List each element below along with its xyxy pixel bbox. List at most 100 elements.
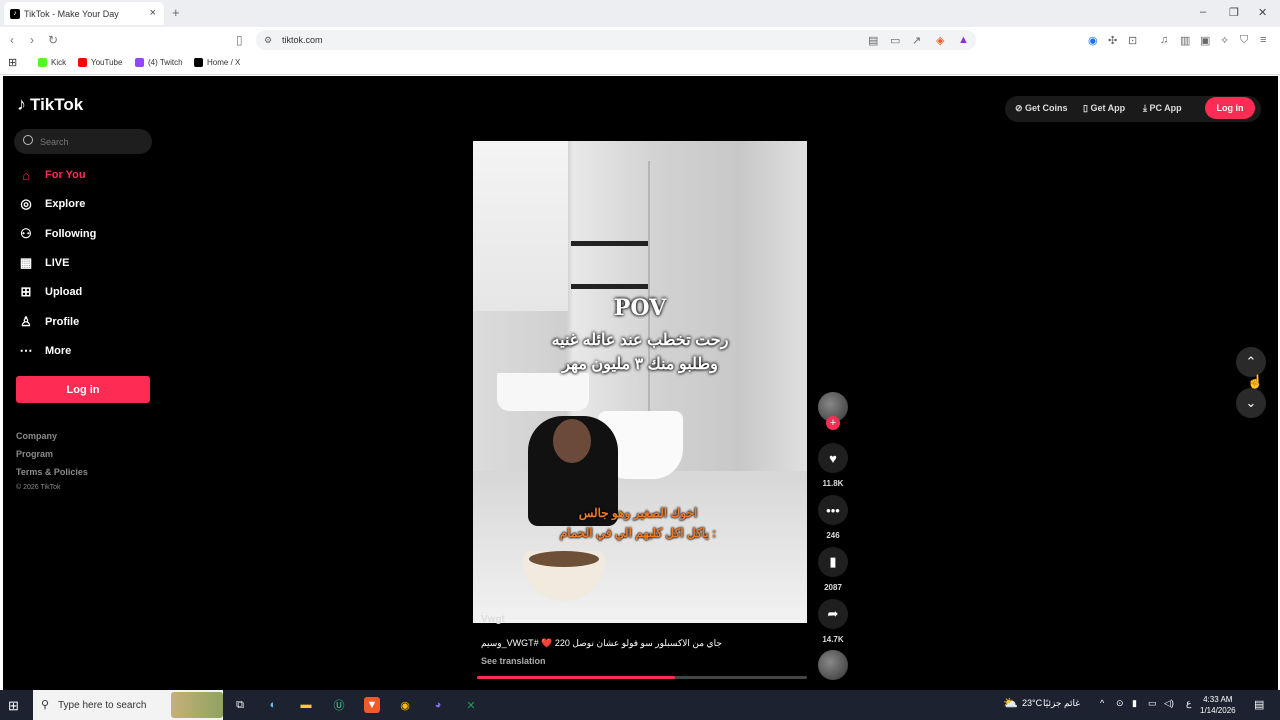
weather-temp[interactable]: 23°C [1022, 698, 1042, 708]
excel-icon[interactable]: ✕ [463, 697, 479, 713]
bookmark-x[interactable]: Home / X [194, 58, 240, 67]
tray-expand-icon[interactable]: ^ [1100, 698, 1104, 708]
upwork-icon[interactable]: Ⓤ [331, 697, 347, 713]
search-input[interactable]: Search [14, 129, 152, 154]
kick-icon [38, 58, 47, 67]
discord-icon[interactable]: ◕ [430, 697, 446, 713]
sidebar-toggle-icon[interactable]: ▥ [1180, 34, 1190, 47]
like-button[interactable]: ♥ [818, 443, 848, 473]
taskbar-clock[interactable]: 4:33 AM 1/14/2026 [1200, 694, 1236, 716]
live-icon: ▦ [19, 255, 33, 270]
sidebar-item-explore[interactable]: ◎ Explore [17, 194, 85, 214]
tiktok-page: ♪ TikTok Search ⌂ For You ◎ Explore ⚇ Fo… [3, 76, 1278, 690]
rewards-icon[interactable]: ▲ [958, 34, 969, 46]
task-view-icon[interactable]: ⧉ [232, 697, 248, 713]
comment-icon: ••• [826, 502, 840, 518]
bookmark-youtube[interactable]: YouTube [78, 58, 122, 67]
address-bar-row: ‹ › ↻ ▯ ⚙ tiktok.com ▤ ▭ ↗ ◈ ▲ ◉ ✣ ⊡ ♫ ▥… [0, 27, 1280, 53]
menu-icon[interactable]: ≡ [1260, 34, 1266, 46]
sidebar-item-for-you[interactable]: ⌂ For You [17, 165, 85, 185]
video-progress-bar[interactable] [477, 676, 807, 679]
brave-icon[interactable]: ▼ [364, 697, 380, 713]
video-caption-title: POV [613, 295, 667, 321]
footer-company-link[interactable]: Company [16, 431, 57, 441]
upload-icon: ⊞ [20, 284, 32, 299]
get-app-button[interactable]: ▯ Get App [1083, 103, 1125, 114]
video-floor [473, 471, 807, 623]
wallet-icon[interactable]: ▣ [1200, 34, 1210, 47]
share-icon[interactable]: ↗ [912, 34, 921, 47]
apps-grid-icon[interactable]: ⊞ [8, 56, 17, 69]
share-button[interactable]: ➦ [818, 599, 848, 629]
home-icon: ⌂ [22, 167, 30, 183]
footer-terms-link[interactable]: Terms & Policies [16, 467, 88, 477]
bookmark-twitch[interactable]: (4) Twitch [135, 58, 183, 67]
compass-icon: ◎ [20, 196, 32, 211]
chevron-down-icon: ⌄ [1245, 395, 1257, 410]
file-explorer-icon[interactable]: ▬ [298, 697, 314, 713]
steam-icon[interactable]: ◐ [265, 697, 281, 713]
bookmark-icon[interactable]: ▯ [236, 33, 243, 47]
tray-network-icon[interactable]: ⊙ [1116, 698, 1124, 709]
leo-icon[interactable]: ✧ [1220, 34, 1229, 47]
following-icon: ⚇ [20, 226, 32, 241]
tray-volume-icon[interactable]: ◁) [1164, 698, 1174, 709]
pc-app-button[interactable]: ⤓ PC App [1143, 103, 1182, 114]
next-video-button[interactable]: ⌄ [1236, 388, 1266, 418]
footer-program-link[interactable]: Program [16, 449, 53, 459]
taskbar-search-input[interactable]: ⚲ Type here to search [33, 690, 223, 720]
site-settings-icon[interactable]: ⚙ [264, 35, 272, 46]
video-description: وسيم_VWGT# ❤️ جاي من الاكسبلور سو فولو ع… [481, 638, 722, 648]
search-icon: ⚲ [41, 699, 50, 711]
top-login-button[interactable]: Log in [1205, 97, 1255, 119]
media-icon[interactable]: ♫ [1160, 34, 1168, 46]
sidebar-item-upload[interactable]: ⊞ Upload [17, 282, 83, 302]
share-count: 14.7K [822, 635, 844, 644]
sidebar-item-live[interactable]: ▦ LIVE [17, 253, 70, 273]
cast-icon[interactable]: ▭ [890, 34, 900, 47]
maximize-icon[interactable]: ❐ [1229, 6, 1239, 19]
tab-close-icon[interactable]: × [150, 7, 156, 19]
video-author[interactable]: Vwgt [481, 614, 505, 625]
brave-shield-icon[interactable]: ◈ [936, 34, 944, 47]
tab-title: TikTok - Make Your Day [24, 8, 119, 19]
music-disc-avatar[interactable] [818, 650, 848, 680]
follow-plus-icon[interactable]: + [826, 416, 840, 430]
video-player[interactable]: POV رحت تخطب عند عائله غنيه وطلبو منك ٣ … [473, 141, 807, 623]
see-translation-link[interactable]: See translation [481, 656, 546, 666]
weather-icon: ⛅ [1003, 696, 1018, 710]
get-coins-button[interactable]: ⊘ Get Coins [1015, 103, 1068, 114]
mouse-cursor-icon: ☝ [1247, 374, 1264, 389]
bookmark-kick[interactable]: Kick [38, 58, 66, 67]
new-tab-button[interactable]: + [172, 5, 180, 20]
back-icon[interactable]: ‹ [10, 33, 14, 47]
sidebar-item-profile[interactable]: ♙ Profile [17, 312, 79, 332]
tray-mic-icon[interactable]: ▮ [1132, 698, 1137, 709]
chrome-icon[interactable]: ◉ [397, 697, 413, 713]
comment-button[interactable]: ••• [818, 495, 848, 525]
audio-icon[interactable]: ◉ [1088, 34, 1098, 47]
tiktok-logo[interactable]: ♪ TikTok [17, 94, 83, 115]
browser-tab[interactable]: ♪ TikTok - Make Your Day × [4, 2, 164, 25]
extensions-icon[interactable]: ✣ [1108, 34, 1117, 47]
keyboard-language[interactable]: ع [1186, 698, 1191, 709]
sidebar-item-following[interactable]: ⚇ Following [17, 224, 96, 244]
vpn-icon[interactable]: ⛉ [1240, 34, 1248, 47]
save-button[interactable]: ▮ [818, 547, 848, 577]
forward-icon[interactable]: › [30, 33, 34, 47]
sidebar-login-button[interactable]: Log in [16, 376, 150, 403]
reader-icon[interactable]: ▤ [868, 34, 878, 47]
screenshot-icon[interactable]: ⊡ [1128, 34, 1137, 47]
video-caption-top: رحت تخطب عند عائله غنيه وطلبو منك ٣ مليو… [551, 332, 729, 373]
reload-icon[interactable]: ↻ [48, 33, 58, 47]
video-frame-window [473, 141, 568, 311]
tiktok-note-icon: ♪ [17, 94, 26, 114]
youtube-icon [78, 58, 87, 67]
previous-video-button[interactable]: ⌃ [1236, 347, 1266, 377]
notifications-icon[interactable]: ▤ [1254, 698, 1264, 711]
tray-display-icon[interactable]: ▭ [1148, 698, 1157, 709]
minimize-icon[interactable]: – [1200, 6, 1206, 18]
sidebar-item-more[interactable]: ⋯ More [17, 341, 72, 361]
window-close-icon[interactable]: ✕ [1258, 6, 1267, 19]
windows-start-icon[interactable]: ⊞ [8, 698, 19, 714]
